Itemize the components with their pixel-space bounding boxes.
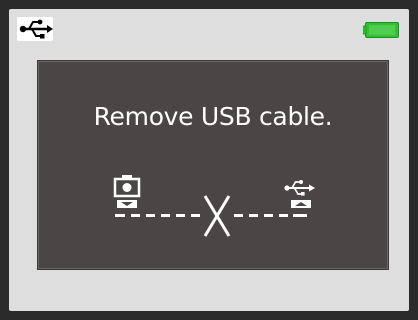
usb-icon [17,17,53,41]
lcd-screen: Remove USB cable. [9,9,409,311]
battery-full-icon [362,22,399,38]
camera-icon [113,175,141,208]
connection-line-left [115,214,200,217]
disconnect-diagram [113,175,315,237]
connection-line-right [234,214,307,217]
camera-lcd-bezel: Remove USB cable. [0,0,418,320]
remove-usb-dialog: Remove USB cable. [38,61,388,269]
cross-icon [203,195,231,237]
usb-icon [284,180,315,208]
